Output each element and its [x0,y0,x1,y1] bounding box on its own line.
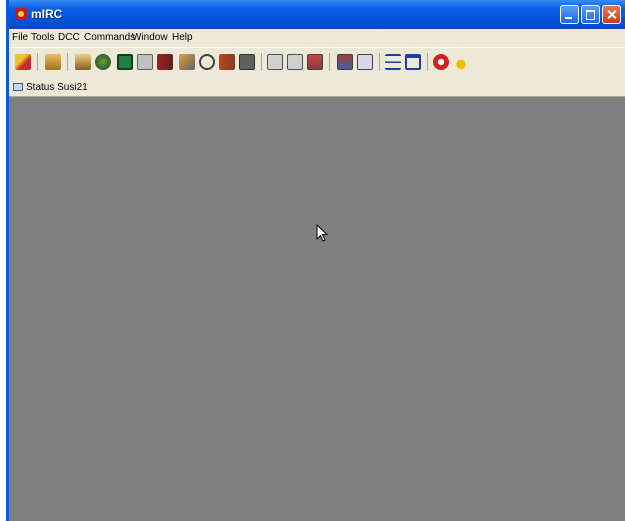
tile-icon[interactable] [385,54,401,70]
popups-icon[interactable] [337,54,353,70]
mdi-workspace[interactable] [9,97,625,521]
timer-icon[interactable] [199,54,215,70]
alias-icon[interactable] [307,54,323,70]
window-title: mIRC [31,7,63,21]
menu-tools[interactable]: Tools [31,32,54,43]
connect-icon[interactable] [15,54,31,70]
menu-file[interactable]: File [12,32,28,43]
dcc-chat-icon[interactable] [179,54,195,70]
menu-window[interactable]: Window [132,32,168,43]
options-icon[interactable] [45,54,61,70]
minimize-button[interactable] [560,5,579,24]
about-icon[interactable] [453,54,469,70]
menu-commands[interactable]: Commands [84,32,135,43]
maximize-button[interactable] [581,5,600,24]
mirc-logo-icon[interactable] [15,8,27,20]
close-button[interactable] [602,5,621,24]
status-window-icon [13,83,23,91]
remote-icon[interactable] [357,54,373,70]
status-window-button[interactable]: Status Susi21 [13,80,88,94]
menu-dcc[interactable]: DCC [58,32,80,43]
toolbar-separator [37,53,38,71]
script-icon[interactable] [287,54,303,70]
toolbar-separator [329,53,330,71]
mouse-pointer-icon [316,224,328,242]
address-book-icon[interactable] [117,54,133,70]
log-icon[interactable] [267,54,283,70]
colors-icon[interactable] [219,54,235,70]
toolbar-separator [379,53,380,71]
online-icon[interactable] [239,54,255,70]
toolbar [9,47,625,79]
title-bar[interactable]: mIRC [9,0,625,29]
help-icon[interactable] [433,54,449,70]
toolbar-separator [261,53,262,71]
menu-help[interactable]: Help [172,32,193,43]
dcc-send-icon[interactable] [157,54,173,70]
toolbar-separator [427,53,428,71]
menu-bar: File Tools DCC Commands Window Help [9,29,625,47]
toolbar-separator [67,53,68,71]
cascade-icon[interactable] [405,54,421,70]
status-window-label: Status Susi21 [26,81,88,93]
mirc-window: mIRC File Tools DCC Commands Window Help [6,0,625,521]
notify-icon[interactable] [137,54,153,70]
switchbar: Status Susi21 [9,78,625,97]
favorites-icon[interactable] [95,54,111,70]
channels-icon[interactable] [75,54,91,70]
